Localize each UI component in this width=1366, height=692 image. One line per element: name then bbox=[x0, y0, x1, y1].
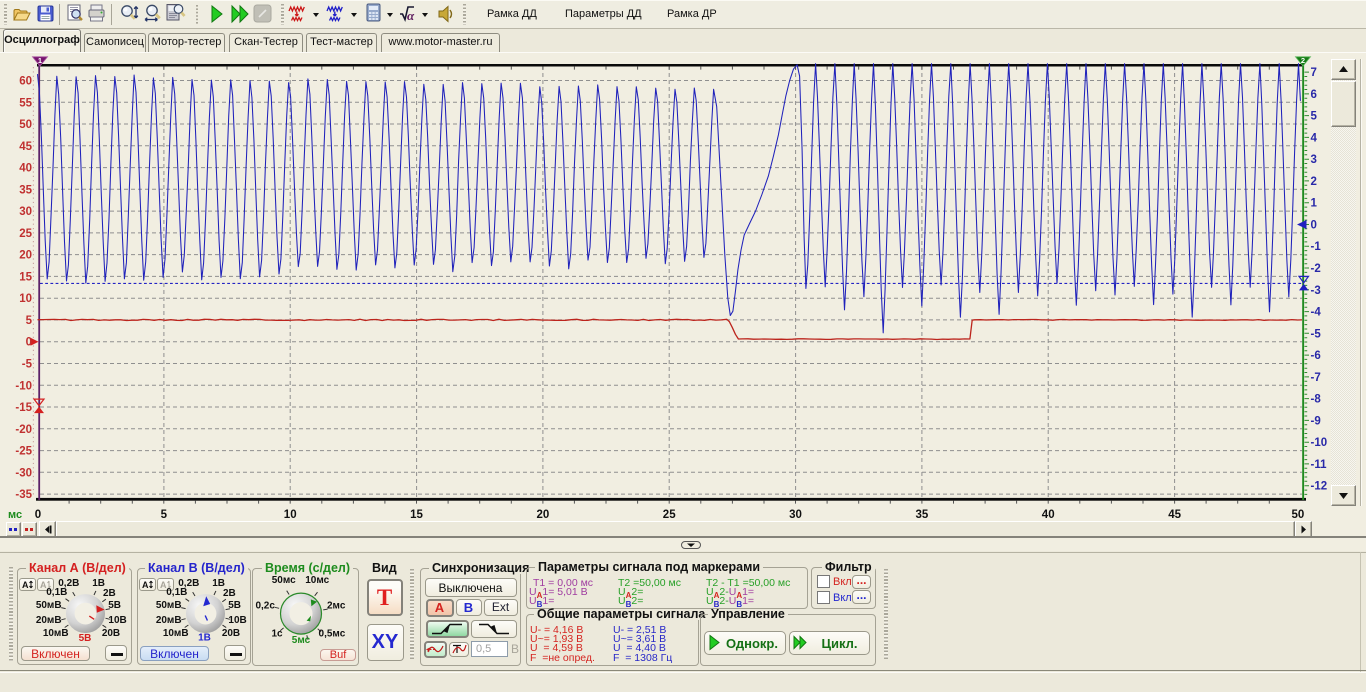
svg-text:10: 10 bbox=[19, 293, 32, 305]
svg-text:A: A bbox=[160, 580, 167, 590]
svg-text:4: 4 bbox=[1311, 132, 1318, 144]
svg-text:мс: мс bbox=[8, 509, 22, 521]
svg-text:1: 1 bbox=[1311, 198, 1318, 210]
svg-text:35: 35 bbox=[19, 184, 32, 196]
svg-text:0: 0 bbox=[26, 337, 32, 349]
svg-text:0: 0 bbox=[35, 509, 41, 521]
svg-text:30: 30 bbox=[19, 206, 32, 218]
svg-text:-8: -8 bbox=[1311, 394, 1322, 406]
svg-text:55: 55 bbox=[19, 97, 32, 109]
svg-text:45: 45 bbox=[1168, 509, 1181, 521]
svg-text:-6: -6 bbox=[1311, 350, 1321, 362]
svg-text:-5: -5 bbox=[22, 359, 33, 371]
svg-text:2: 2 bbox=[1311, 176, 1317, 188]
svg-text:α: α bbox=[407, 8, 415, 23]
svg-text:5: 5 bbox=[26, 315, 33, 327]
svg-text:7: 7 bbox=[1311, 67, 1317, 79]
svg-text:25: 25 bbox=[663, 509, 676, 521]
svg-text:30: 30 bbox=[789, 509, 802, 521]
svg-text:A: A bbox=[22, 580, 29, 590]
svg-text:A: A bbox=[40, 580, 47, 590]
svg-text:-4: -4 bbox=[1311, 307, 1322, 319]
svg-text:20: 20 bbox=[537, 509, 550, 521]
svg-text:40: 40 bbox=[19, 163, 32, 175]
svg-text:-10: -10 bbox=[15, 380, 32, 392]
svg-text:50: 50 bbox=[1292, 509, 1305, 521]
svg-text:-5: -5 bbox=[1311, 328, 1322, 340]
svg-text:-3: -3 bbox=[1311, 285, 1321, 297]
svg-text:-25: -25 bbox=[15, 446, 32, 458]
svg-text:3: 3 bbox=[1311, 154, 1317, 166]
svg-text:-2: -2 bbox=[1311, 263, 1321, 275]
svg-text:A: A bbox=[142, 580, 149, 590]
svg-text:-11: -11 bbox=[1311, 459, 1328, 471]
svg-text:-12: -12 bbox=[1311, 481, 1328, 493]
svg-text:2: 2 bbox=[1301, 56, 1305, 65]
svg-text:20: 20 bbox=[19, 250, 32, 262]
svg-text:15: 15 bbox=[19, 271, 32, 283]
svg-text:5: 5 bbox=[161, 509, 168, 521]
svg-text:40: 40 bbox=[1042, 509, 1055, 521]
svg-text:5: 5 bbox=[1311, 111, 1318, 123]
svg-text:0: 0 bbox=[1311, 220, 1317, 232]
svg-text:50: 50 bbox=[19, 119, 32, 131]
svg-text:1: 1 bbox=[38, 56, 42, 65]
svg-text:-30: -30 bbox=[15, 467, 32, 479]
svg-text:-35: -35 bbox=[15, 489, 32, 501]
svg-text:45: 45 bbox=[19, 141, 32, 153]
svg-text:-7: -7 bbox=[1311, 372, 1321, 384]
svg-text:15: 15 bbox=[410, 509, 423, 521]
svg-text:35: 35 bbox=[916, 509, 929, 521]
svg-text:6: 6 bbox=[1311, 89, 1317, 101]
svg-text:10: 10 bbox=[284, 509, 297, 521]
svg-text:-1: -1 bbox=[1311, 241, 1322, 253]
svg-text:-10: -10 bbox=[1311, 437, 1328, 449]
svg-text:-20: -20 bbox=[15, 424, 32, 436]
svg-text:25: 25 bbox=[19, 228, 32, 240]
svg-text:-9: -9 bbox=[1311, 415, 1321, 427]
svg-text:60: 60 bbox=[19, 76, 32, 88]
svg-text:-15: -15 bbox=[15, 402, 32, 414]
